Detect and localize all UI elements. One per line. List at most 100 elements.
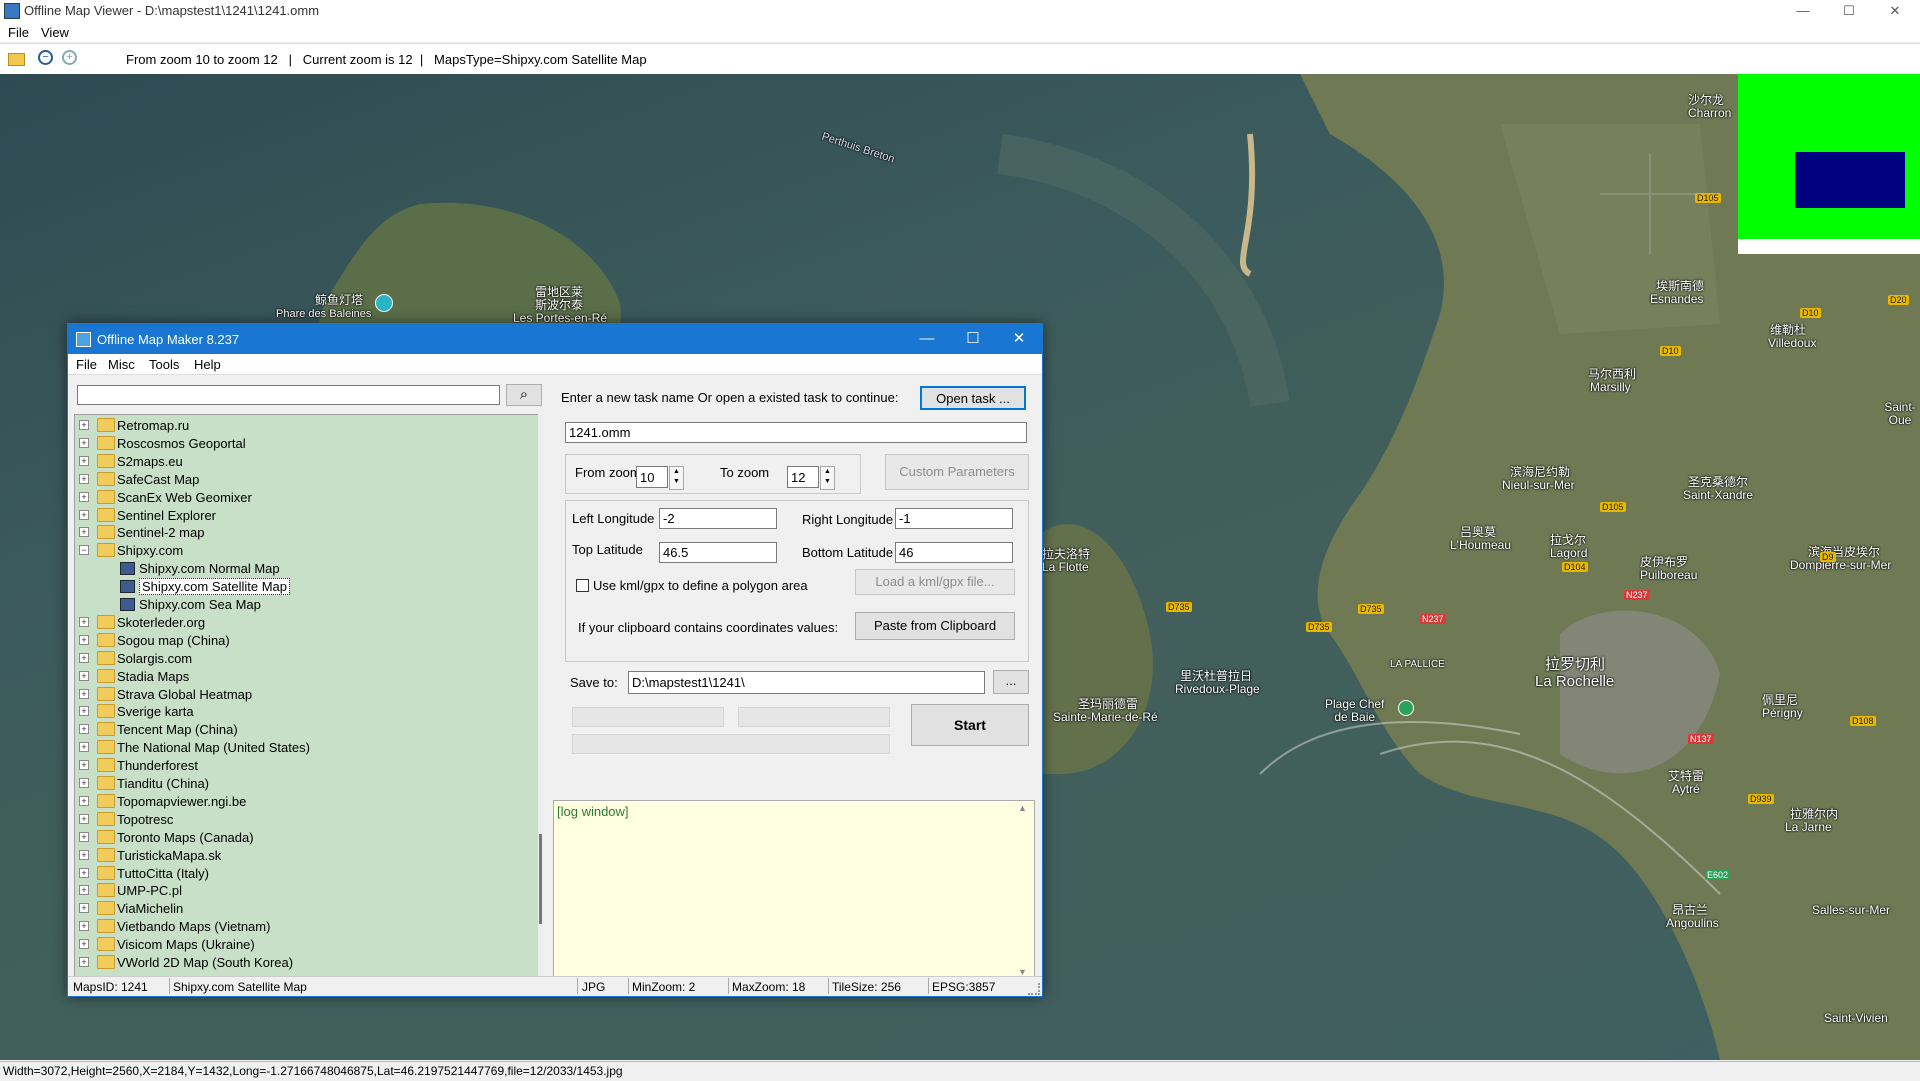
tree-folder-item[interactable]: + Sentinel Explorer <box>75 506 535 524</box>
tree-folder-item[interactable]: − Shipxy.com <box>75 541 535 559</box>
tree-folder-item[interactable]: + Toronto Maps (Canada) <box>75 828 535 846</box>
dialog-maximize-button[interactable]: ☐ <box>950 324 996 354</box>
tree-folder-item[interactable]: + VWorld 2D Map (South Korea) <box>75 953 535 971</box>
load-kml-button[interactable]: Load a kml/gpx file... <box>855 569 1015 595</box>
right-longitude-input[interactable] <box>895 508 1013 529</box>
overview-minimap[interactable] <box>1738 74 1920 254</box>
tree-folder-item[interactable]: + Topomapviewer.ngi.be <box>75 792 535 810</box>
lighthouse-icon[interactable] <box>375 294 393 312</box>
expand-icon[interactable]: + <box>79 867 89 878</box>
expand-icon[interactable]: + <box>79 652 89 663</box>
open-folder-icon[interactable] <box>8 53 25 66</box>
expand-icon[interactable]: + <box>79 437 89 448</box>
expand-icon[interactable]: + <box>79 473 89 484</box>
expand-icon[interactable]: + <box>79 491 89 502</box>
tree-folder-item[interactable]: + Roscosmos Geoportal <box>75 434 535 452</box>
tree-folder-item[interactable]: + Thunderforest <box>75 756 535 774</box>
dialog-menu-misc[interactable]: Misc <box>108 357 135 372</box>
expand-icon[interactable]: + <box>79 760 89 771</box>
minimap-viewport[interactable] <box>1795 152 1905 208</box>
tree-folder-item[interactable]: + ScanEx Web Geomixer <box>75 488 535 506</box>
to-zoom-input[interactable] <box>787 466 819 488</box>
menu-file[interactable]: File <box>8 25 29 40</box>
tree-folder-item[interactable]: + Topotresc <box>75 810 535 828</box>
kml-checkbox[interactable] <box>576 579 589 592</box>
tree-folder-item[interactable]: + Strava Global Heatmap <box>75 685 535 703</box>
log-window[interactable]: [log window] ▲ ▼ <box>553 800 1035 982</box>
save-path-input[interactable] <box>628 671 985 694</box>
tree-folder-item[interactable]: + Sentinel-2 map <box>75 523 535 541</box>
left-longitude-input[interactable] <box>659 508 777 529</box>
resize-grip-icon[interactable] <box>1028 983 1040 995</box>
expand-icon[interactable]: + <box>79 885 89 896</box>
expand-icon[interactable]: + <box>79 616 89 627</box>
tree-folder-item[interactable]: + Tencent Map (China) <box>75 720 535 738</box>
to-zoom-spinner[interactable]: ▲ ▼ <box>820 466 835 490</box>
dialog-menu-tools[interactable]: Tools <box>149 357 179 372</box>
tree-child-item[interactable]: Shipxy.com Normal Map <box>75 559 535 577</box>
expand-icon[interactable]: + <box>79 742 89 753</box>
expand-icon[interactable]: + <box>79 849 89 860</box>
expand-icon[interactable]: + <box>79 778 89 788</box>
tree-folder-item[interactable]: + UMP-PC.pl <box>75 881 535 899</box>
custom-parameters-button[interactable]: Custom Parameters <box>885 454 1029 490</box>
expand-icon[interactable]: + <box>79 634 89 645</box>
browse-button[interactable]: ... <box>993 670 1029 694</box>
expand-icon[interactable]: + <box>79 831 89 842</box>
expand-icon[interactable]: + <box>79 724 89 735</box>
expand-icon[interactable]: + <box>79 706 89 717</box>
map-source-tree[interactable]: + Retromap.ru + Roscosmos Geoportal + S2maps.… <box>74 414 544 978</box>
expand-icon[interactable]: + <box>79 527 89 538</box>
open-task-button[interactable]: Open task ... <box>920 386 1026 410</box>
bottom-latitude-input[interactable] <box>895 542 1013 563</box>
dialog-menu-help[interactable]: Help <box>194 357 221 372</box>
dialog-menu-file[interactable]: File <box>76 357 97 372</box>
menu-view[interactable]: View <box>41 25 69 40</box>
tree-scrollbar-thumb[interactable] <box>539 834 542 924</box>
from-zoom-spinner[interactable]: ▲ ▼ <box>669 466 684 490</box>
tree-folder-item[interactable]: + Solargis.com <box>75 649 535 667</box>
paste-clipboard-button[interactable]: Paste from Clipboard <box>855 612 1015 640</box>
tree-folder-item[interactable]: + S2maps.eu <box>75 452 535 470</box>
tree-folder-item[interactable]: + Tianditu (China) <box>75 774 535 792</box>
kml-checkbox-label[interactable]: Use kml/gpx to define a polygon area <box>593 578 808 593</box>
expand-icon[interactable]: + <box>79 420 89 430</box>
tree-folder-item[interactable]: + ViaMichelin <box>75 899 535 917</box>
expand-icon[interactable]: + <box>79 688 89 699</box>
beach-marker-icon[interactable] <box>1398 700 1414 716</box>
expand-icon[interactable]: + <box>79 957 89 967</box>
tree-folder-item[interactable]: + Sogou map (China) <box>75 631 535 649</box>
tree-folder-item[interactable]: + TuttoCitta (Italy) <box>75 864 535 882</box>
map-search-input[interactable] <box>77 385 500 405</box>
tree-scrollbar[interactable] <box>538 414 544 976</box>
expand-icon[interactable]: + <box>79 670 89 681</box>
expand-icon[interactable]: + <box>79 903 89 914</box>
from-zoom-input[interactable] <box>636 466 668 488</box>
tree-folder-item[interactable]: + SafeCast Map <box>75 470 535 488</box>
tree-folder-item[interactable]: + Sverige karta <box>75 702 535 720</box>
dialog-close-button[interactable]: ✕ <box>996 324 1042 354</box>
maximize-button[interactable]: ☐ <box>1826 0 1872 22</box>
expand-icon[interactable]: + <box>79 455 89 466</box>
dialog-minimize-button[interactable]: — <box>904 324 950 354</box>
tree-folder-item[interactable]: + Skoterleder.org <box>75 613 535 631</box>
tree-folder-item[interactable]: + Visicom Maps (Ukraine) <box>75 935 535 953</box>
expand-icon[interactable]: + <box>79 795 89 806</box>
tree-folder-item[interactable]: + Vietbando Maps (Vietnam) <box>75 917 535 935</box>
collapse-icon[interactable]: − <box>79 545 89 556</box>
tree-child-item[interactable]: Shipxy.com Satellite Map <box>75 577 535 596</box>
log-scroll-up-icon[interactable]: ▲ <box>1018 803 1027 813</box>
search-icon[interactable]: ⌕ <box>506 384 542 406</box>
tree-child-item[interactable]: Shipxy.com Sea Map <box>75 595 535 613</box>
start-button[interactable]: Start <box>911 704 1029 746</box>
expand-icon[interactable]: + <box>79 939 89 950</box>
top-latitude-input[interactable] <box>659 542 777 563</box>
expand-icon[interactable]: + <box>79 813 89 824</box>
zoom-out-icon[interactable]: − <box>38 50 53 65</box>
close-button[interactable]: ✕ <box>1872 0 1918 22</box>
tree-folder-item[interactable]: + TuristickaMapa.sk <box>75 846 535 864</box>
zoom-in-icon[interactable]: + <box>62 50 77 65</box>
dialog-titlebar[interactable]: Offline Map Maker 8.237 — ☐ ✕ <box>68 324 1042 354</box>
expand-icon[interactable]: + <box>79 509 89 520</box>
tree-folder-item[interactable]: + Retromap.ru <box>75 416 535 434</box>
